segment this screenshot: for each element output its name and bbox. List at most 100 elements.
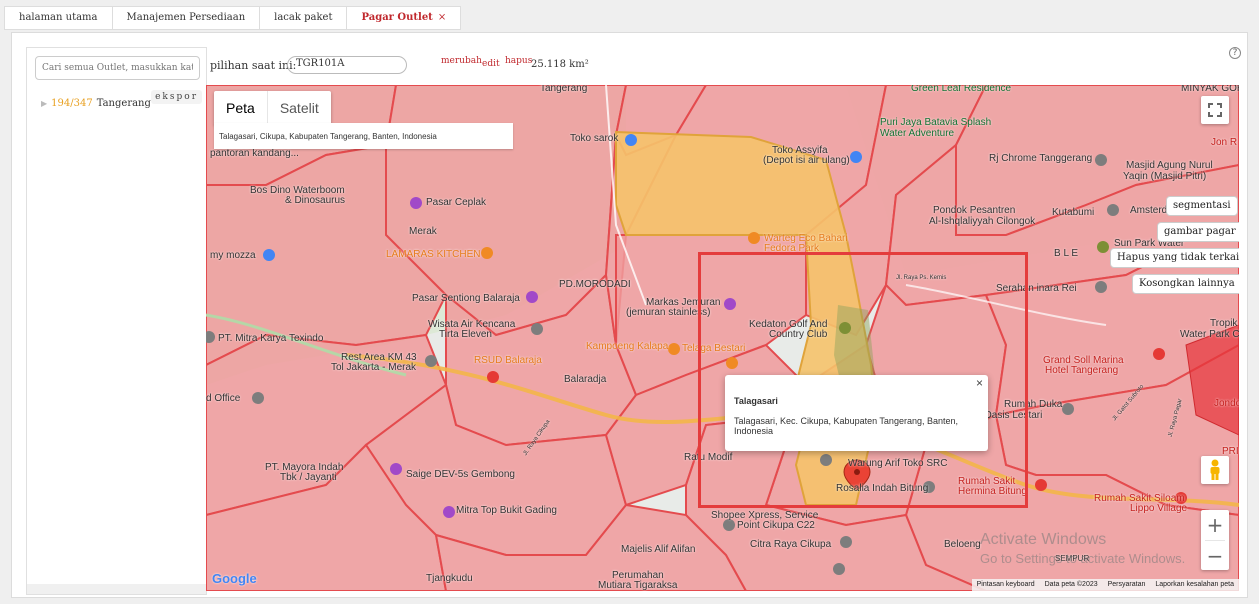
- delete-link[interactable]: hapus: [505, 56, 532, 66]
- change-link[interactable]: merubah: [441, 56, 482, 66]
- current-selection-label: pilihan saat ini:: [210, 59, 297, 72]
- poi-label: Tropik: [1210, 318, 1238, 329]
- poi-label: d Office: [206, 393, 241, 404]
- outlet-search-input[interactable]: [35, 56, 200, 80]
- tab-track-package[interactable]: lacak paket: [259, 6, 347, 30]
- location-info-window: × Talagasari Talagasari, Kec. Cikupa, Ka…: [725, 375, 988, 451]
- pegman-icon: [1210, 459, 1220, 480]
- poi-label: pantoran kandang...: [210, 148, 299, 159]
- street-view-button[interactable]: [1201, 456, 1229, 484]
- poi-label: PD.MORODADI: [559, 279, 631, 290]
- content-frame: ekspor ▶ 194/347 Tangerang pilihan saat …: [11, 32, 1248, 598]
- poi-label: Point Cikupa C22: [737, 520, 815, 531]
- help-icon[interactable]: ?: [1229, 47, 1241, 59]
- address-bar: Talagasari, Cikupa, Kabupaten Tangerang,…: [214, 123, 513, 149]
- segmentation-button[interactable]: segmentasi: [1166, 196, 1238, 216]
- region-name: Tangerang: [96, 98, 151, 109]
- info-title: Talagasari: [734, 396, 778, 406]
- tab-label: halaman utama: [19, 12, 98, 23]
- poi-label: PT. Mitra Karya Texindo: [218, 333, 324, 344]
- poi-label: MINYAK GORENG: [1181, 85, 1239, 94]
- poi-label: Pondok Pesantren: [933, 205, 1016, 216]
- map-type-map[interactable]: Peta: [214, 91, 267, 125]
- poi-label: Hotel Tangerang: [1045, 365, 1119, 376]
- map-type-control: Peta Satelit: [214, 91, 331, 125]
- poi-label: Yaqin (Masjid Pitri): [1123, 171, 1207, 182]
- poi-label: Tirta Eleven: [439, 329, 492, 340]
- tab-outlet-fence[interactable]: Pagar Outlet ×: [346, 6, 462, 30]
- poi-label: Kutabumi: [1052, 207, 1095, 218]
- poi-label: (Depot isi air ulang): [763, 155, 850, 166]
- poi-label: my mozza: [210, 250, 256, 261]
- poi-label: Green Leaf Residence: [911, 85, 1012, 94]
- poi-label: Majelis Alif Alifan: [621, 544, 696, 555]
- poi-label: RSUD Balaraja: [474, 355, 542, 366]
- tab-label: lacak paket: [274, 12, 333, 23]
- poi-label: B L E: [1054, 248, 1079, 259]
- tree-item-tangerang[interactable]: ▶ 194/347 Tangerang: [41, 98, 151, 109]
- poi-label: Al-Ishqlaliyyah Cilongok: [929, 216, 1036, 227]
- windows-activation-watermark: Activate Windows Go to Settings to activ…: [980, 530, 1185, 568]
- keyboard-shortcuts-link[interactable]: Pintasan keyboard: [972, 579, 1040, 591]
- tab-inventory[interactable]: Manajemen Persediaan: [111, 6, 260, 30]
- edit-link[interactable]: edit: [482, 59, 500, 69]
- poi-label: Citra Raya Cikupa: [750, 539, 832, 550]
- remove-unrelated-button[interactable]: Hapus yang tidak terkait: [1110, 248, 1239, 268]
- map-data-credit: Data peta ©2023: [1044, 581, 1098, 588]
- map-footer: Pintasan keyboard Data peta ©2023 Persya…: [971, 579, 1239, 591]
- poi-label: Balaradja: [564, 374, 607, 385]
- clear-others-button[interactable]: Kosongkan lainnya: [1132, 274, 1239, 294]
- close-icon[interactable]: ×: [438, 7, 446, 29]
- export-button[interactable]: ekspor: [151, 90, 202, 104]
- tab-label: Pagar Outlet: [361, 12, 433, 23]
- poi-label: Tjangkudu: [426, 573, 473, 584]
- poi-label: Merak: [409, 226, 437, 237]
- tab-bar: halaman utama Manajemen Persediaan lacak…: [4, 6, 462, 30]
- poi-label: Saige DEV-5s Gembong: [406, 469, 515, 480]
- info-address: Talagasari, Kec. Cikupa, Kabupaten Tange…: [734, 416, 958, 436]
- poi-label: Pasar Sentiong Balaraja: [412, 293, 520, 304]
- outlet-sidebar: ekspor ▶ 194/347 Tangerang: [26, 47, 207, 595]
- poi-label: Mitra Top Bukit Gading: [456, 505, 557, 516]
- poi-label: Tbk / Jayanti: [280, 472, 337, 483]
- poi-label: Lippo Village: [1130, 503, 1188, 514]
- tab-label: Manajemen Persediaan: [126, 12, 246, 23]
- poi-label: Water Adventure: [880, 128, 955, 139]
- caret-right-icon[interactable]: ▶: [41, 99, 47, 108]
- map-canvas[interactable]: Tangerang Green Leaf Residence MINYAK GO…: [206, 85, 1239, 591]
- draw-fence-button[interactable]: gambar pagar: [1157, 222, 1239, 242]
- zoom-control: + −: [1201, 510, 1229, 570]
- map-type-satellite[interactable]: Satelit: [268, 91, 331, 125]
- tab-home[interactable]: halaman utama: [4, 6, 112, 30]
- poi-label: Pasar Ceplak: [426, 197, 487, 208]
- outlet-count: 194/347: [51, 98, 93, 109]
- poi-label: & Dinosaurus: [285, 195, 346, 206]
- poi-label: Beloeng: [944, 539, 981, 550]
- fullscreen-button[interactable]: [1201, 96, 1229, 124]
- fullscreen-icon: [1208, 103, 1222, 117]
- google-logo[interactable]: Google: [212, 571, 257, 586]
- poi-label: Tangerang: [540, 85, 588, 94]
- fence-area: 25.118 km²: [531, 59, 589, 70]
- report-error-link[interactable]: Laporkan kesalahan peta: [1150, 579, 1239, 591]
- poi-label: Tol Jakarta - Merak: [331, 362, 417, 373]
- poi-label: Water Park Cimo: [1180, 329, 1239, 340]
- zoom-out-button[interactable]: −: [1201, 541, 1229, 571]
- poi-label: Kampoeng Kalapa: [586, 341, 669, 352]
- poi-label: Masjid Agung Nurul: [1126, 160, 1213, 171]
- poi-label: Jon R: [1211, 137, 1238, 148]
- horizontal-scrollbar[interactable]: [27, 584, 206, 594]
- watermark-line-2: Go to Settings to activate Windows.: [980, 551, 1186, 566]
- terms-link[interactable]: Persyaratan: [1103, 579, 1151, 591]
- fence-info-bar: pilihan saat ini: TGR101A merubah edit h…: [209, 47, 1241, 81]
- poi-label: Toko sarok: [570, 133, 619, 144]
- poi-label: Puri Jaya Batavia Splash: [880, 117, 992, 128]
- poi-label: Mutiara Tigaraksa: [598, 580, 678, 591]
- poi-label: LAMARAS KITCHEN: [386, 249, 481, 260]
- poi-label: Rj Chrome Tanggerang: [989, 153, 1093, 164]
- close-icon[interactable]: ×: [976, 376, 983, 390]
- watermark-line-1: Activate Windows: [980, 531, 1107, 548]
- zoom-in-button[interactable]: +: [1201, 510, 1229, 540]
- current-fence-code: TGR101A: [287, 56, 407, 74]
- poi-label: Jondo: [1214, 398, 1239, 409]
